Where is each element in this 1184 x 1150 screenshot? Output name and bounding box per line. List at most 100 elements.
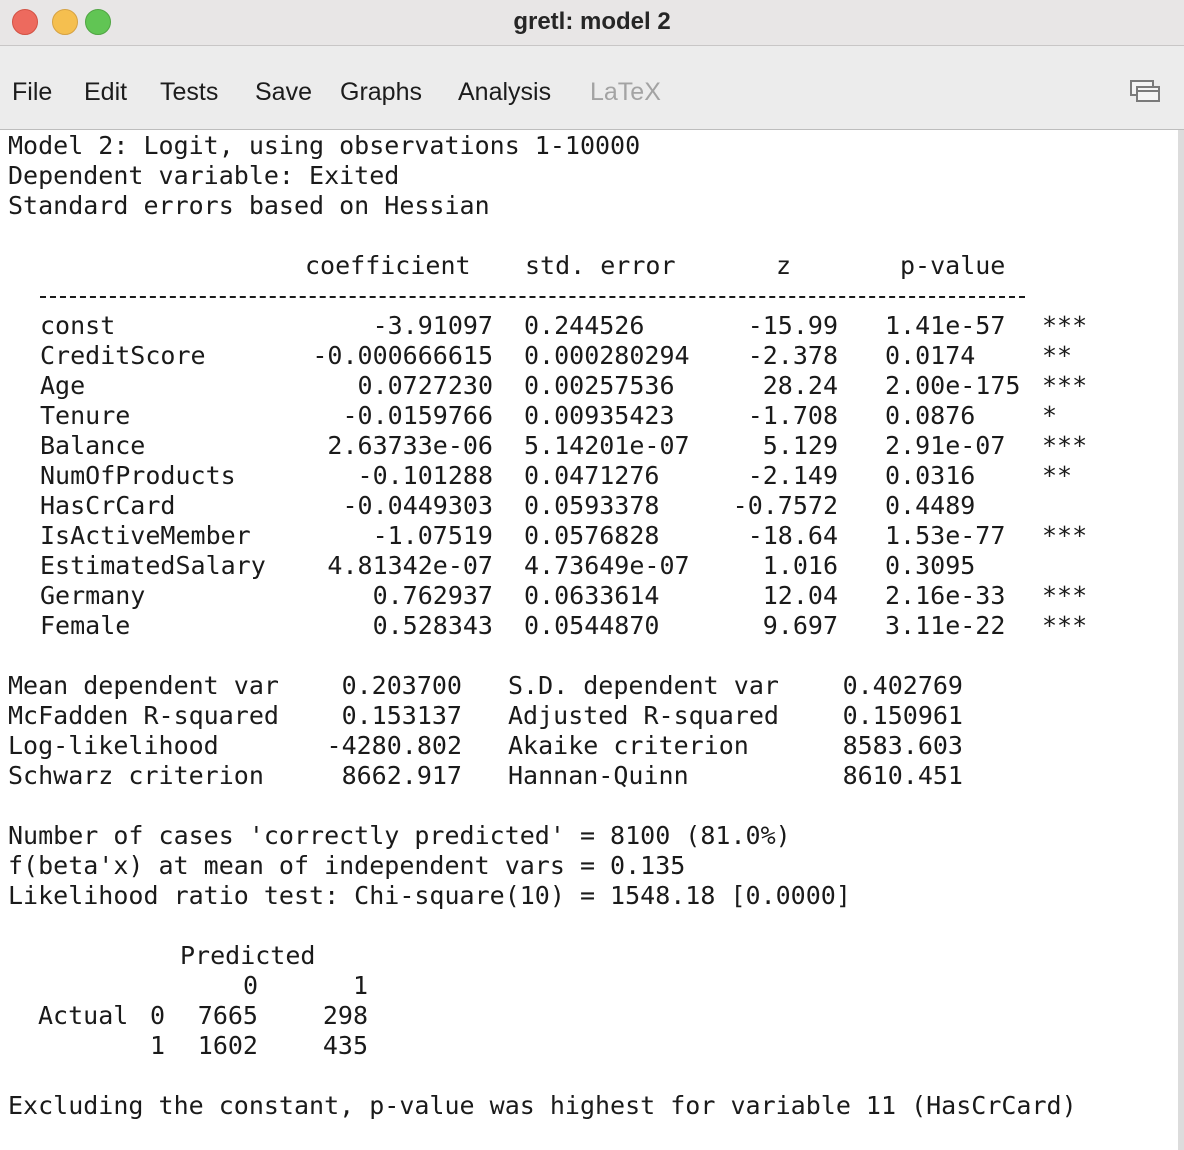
summary-line: f(beta'x) at mean of independent vars = … — [8, 851, 686, 880]
std-error-value: 0.00935423 — [524, 401, 675, 430]
std-error-value: 0.0593378 — [524, 491, 660, 520]
stat-value: 0.203700 — [341, 671, 462, 700]
menu-graphs[interactable]: Graphs — [340, 77, 422, 107]
coefficient-value: -3.91097 — [372, 311, 493, 340]
std-error-value: 5.14201e-07 — [524, 431, 690, 460]
stat-value: 0.402769 — [842, 671, 963, 700]
windows-list-icon[interactable] — [1130, 80, 1160, 102]
p-value: 2.00e-175 — [885, 371, 1021, 400]
confusion-cell: 298 — [322, 1001, 368, 1030]
variable-name: CreditScore — [40, 341, 206, 370]
z-value: -15.99 — [747, 311, 838, 340]
window-title: gretl: model 2 — [513, 8, 671, 35]
confusion-cell: 1602 — [197, 1031, 258, 1060]
menu-tests[interactable]: Tests — [160, 77, 218, 107]
column-header-z: z — [776, 251, 792, 280]
stat-label: Adjusted R-squared — [508, 701, 779, 730]
coefficient-value: 0.762937 — [372, 581, 493, 610]
z-value: 12.04 — [762, 581, 838, 610]
significance-stars: *** — [1042, 581, 1088, 610]
stat-label: S.D. dependent var — [508, 671, 779, 700]
stat-value: 0.150961 — [842, 701, 963, 730]
std-error-value: 0.0544870 — [524, 611, 660, 640]
actual-label: Actual — [38, 1001, 129, 1030]
coefficient-value: 2.63733e-06 — [327, 431, 493, 460]
std-error-value: 0.0633614 — [524, 581, 660, 610]
footer-note: Excluding the constant, p-value was high… — [8, 1091, 1077, 1120]
coefficient-value: 0.528343 — [372, 611, 493, 640]
confusion-cell: 435 — [322, 1031, 368, 1060]
actual-row-label-0: 0 — [149, 1001, 165, 1030]
predicted-col-0: 0 — [242, 971, 258, 1000]
z-value: 9.697 — [762, 611, 838, 640]
std-error-value: 0.244526 — [524, 311, 645, 340]
z-value: -2.378 — [747, 341, 838, 370]
column-header-coefficient: coefficient — [305, 251, 471, 280]
model-header-line: Model 2: Logit, using observations 1-100… — [8, 131, 641, 160]
coefficient-value: 0.0727230 — [357, 371, 493, 400]
predicted-label: Predicted — [180, 941, 316, 970]
menu-bar: File Edit Tests Save Graphs Analysis LaT… — [0, 46, 1184, 130]
stat-label: Log-likelihood — [8, 731, 219, 760]
actual-row-label-1: 1 — [149, 1031, 165, 1060]
menu-file[interactable]: File — [12, 77, 52, 107]
variable-name: EstimatedSalary — [40, 551, 266, 580]
p-value: 3.11e-22 — [885, 611, 1006, 640]
stat-value: 8583.603 — [842, 731, 963, 760]
significance-stars: *** — [1042, 371, 1088, 400]
confusion-cell: 7665 — [197, 1001, 258, 1030]
significance-stars: *** — [1042, 521, 1088, 550]
stat-label: Hannan-Quinn — [508, 761, 689, 790]
p-value: 0.0316 — [885, 461, 976, 490]
variable-name: Tenure — [40, 401, 131, 430]
coefficient-value: -0.101288 — [357, 461, 493, 490]
z-value: -0.7572 — [732, 491, 838, 520]
variable-name: Female — [40, 611, 131, 640]
menu-edit[interactable]: Edit — [84, 77, 127, 107]
variable-name: HasCrCard — [40, 491, 176, 520]
stat-label: McFadden R-squared — [8, 701, 279, 730]
z-value: -2.149 — [747, 461, 838, 490]
stat-value: 8610.451 — [842, 761, 963, 790]
p-value: 0.4489 — [885, 491, 976, 520]
variable-name: Germany — [40, 581, 146, 610]
column-header-p-value: p-value — [900, 251, 1006, 280]
coefficient-value: -0.000666615 — [312, 341, 493, 370]
p-value: 1.53e-77 — [885, 521, 1006, 550]
std-error-value: 0.00257536 — [524, 371, 675, 400]
stat-value: 8662.917 — [341, 761, 462, 790]
z-value: -18.64 — [747, 521, 838, 550]
significance-stars: * — [1042, 401, 1058, 430]
column-header-std-error: std. error — [525, 251, 676, 280]
coefficient-value: -1.07519 — [372, 521, 493, 550]
significance-stars: *** — [1042, 431, 1088, 460]
p-value: 0.0876 — [885, 401, 976, 430]
menu-analysis[interactable]: Analysis — [458, 77, 551, 107]
title-bar: gretl: model 2 — [0, 0, 1184, 46]
coefficient-value: -0.0449303 — [342, 491, 493, 520]
stat-value: 0.153137 — [341, 701, 462, 730]
scrollbar[interactable] — [1178, 130, 1184, 1150]
menu-latex: LaTeX — [590, 78, 661, 106]
variable-name: NumOfProducts — [40, 461, 236, 490]
stat-label: Mean dependent var — [8, 671, 279, 700]
std-error-value: 0.0576828 — [524, 521, 660, 550]
significance-stars: ** — [1042, 341, 1073, 370]
p-value: 0.3095 — [885, 551, 976, 580]
std-error-value: 4.73649e-07 — [524, 551, 690, 580]
stat-label: Schwarz criterion — [8, 761, 264, 790]
variable-name: Balance — [40, 431, 146, 460]
predicted-col-1: 1 — [352, 971, 368, 1000]
table-separator — [40, 296, 1025, 298]
p-value: 0.0174 — [885, 341, 976, 370]
z-value: -1.708 — [747, 401, 838, 430]
menu-save[interactable]: Save — [255, 77, 312, 107]
p-value: 2.16e-33 — [885, 581, 1006, 610]
significance-stars: ** — [1042, 461, 1073, 490]
summary-line: Number of cases 'correctly predicted' = … — [8, 821, 791, 850]
coefficient-value: -0.0159766 — [342, 401, 493, 430]
significance-stars: *** — [1042, 611, 1088, 640]
z-value: 1.016 — [762, 551, 838, 580]
coefficient-value: 4.81342e-07 — [327, 551, 493, 580]
stat-value: -4280.802 — [326, 731, 462, 760]
